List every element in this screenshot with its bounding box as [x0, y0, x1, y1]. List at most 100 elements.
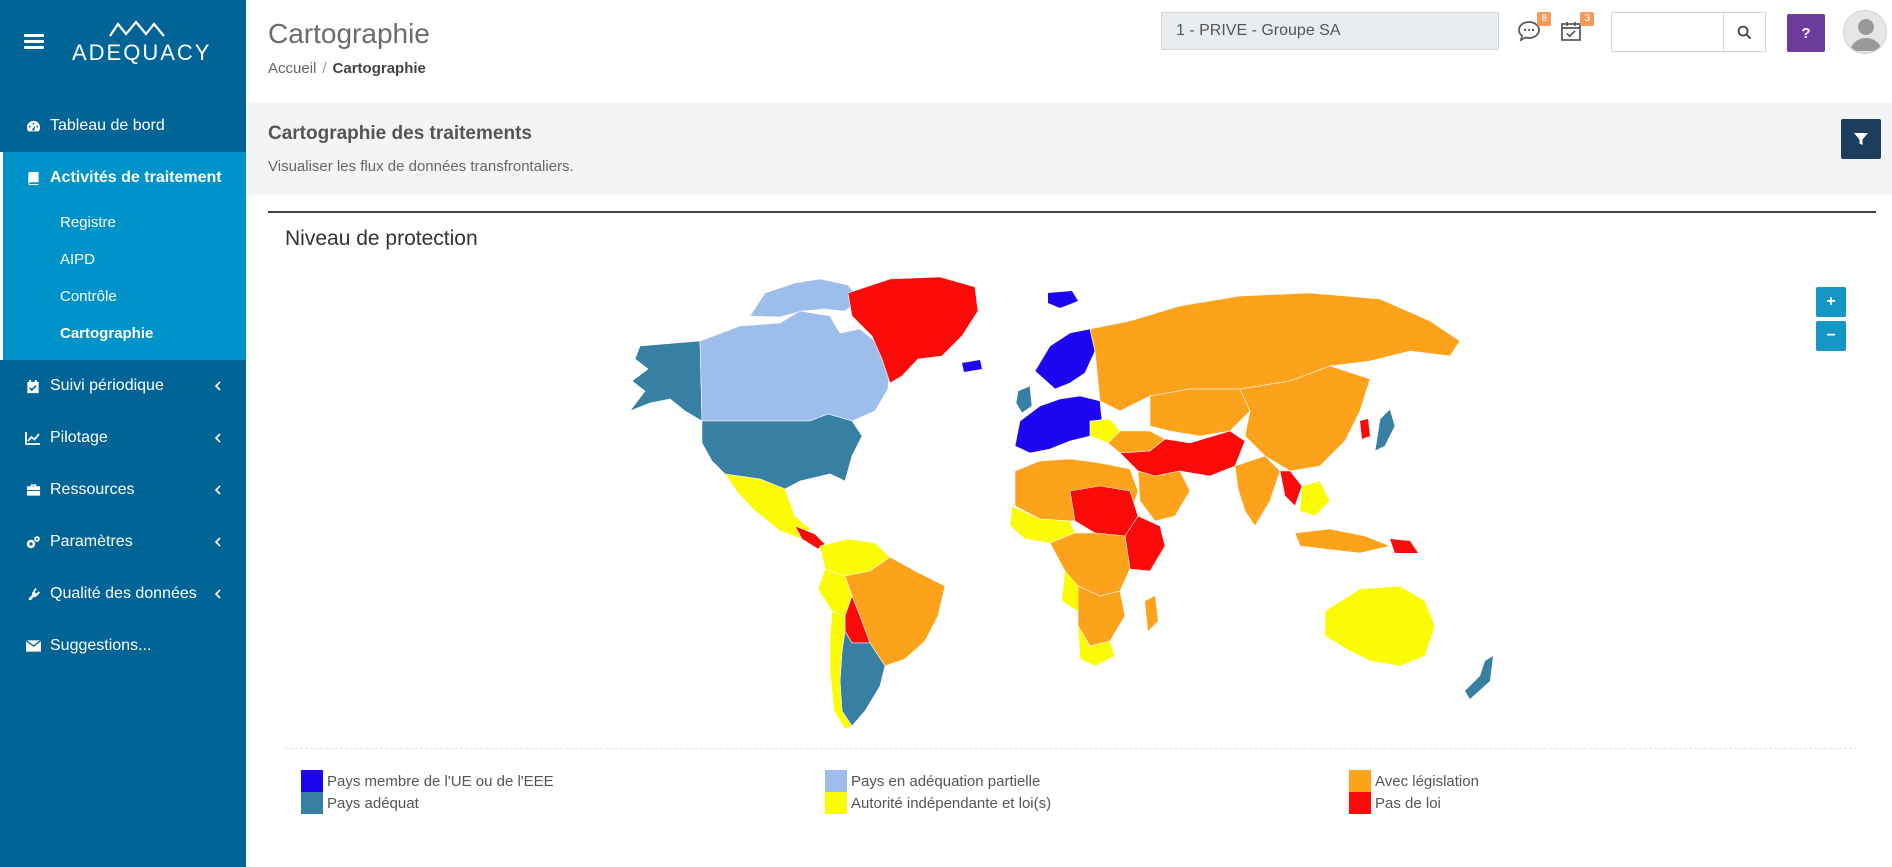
zoom-in-button[interactable]: + [1816, 287, 1846, 317]
search-button[interactable] [1723, 13, 1765, 51]
map-country-central-asia[interactable] [1149, 388, 1251, 437]
search-box [1611, 12, 1766, 52]
sidebar-submenu: Registre AIPD Contrôle Cartographie [3, 204, 246, 360]
menu-toggle-icon[interactable] [24, 34, 44, 50]
section-title: Cartographie des traitements [268, 123, 532, 144]
user-icon [1850, 19, 1882, 51]
map-country-saudi-arabia[interactable] [1137, 470, 1191, 522]
messages-button[interactable]: 8 [1517, 12, 1551, 46]
sidebar-item-label: Qualité des données [50, 585, 197, 602]
sidebar-subitem-registre[interactable]: Registre [3, 204, 246, 241]
brand-area: ADEQUACY [0, 0, 246, 100]
sidebar-item-label: Suivi périodique [50, 377, 164, 394]
line-chart-icon [25, 430, 41, 446]
legend-item-ue: Pays membre de l'UE ou de l'EEE [301, 770, 554, 792]
section-subtitle: Visualiser les flux de données transfron… [268, 158, 574, 175]
map-country-southeast-asia[interactable] [1299, 480, 1331, 517]
map-country-scandinavia[interactable] [1034, 328, 1096, 390]
top-header: Cartographie Accueil / Cartographie 1 - PR… [246, 0, 1892, 103]
section-header: Cartographie des traitements Visualiser … [246, 103, 1892, 195]
map-country-canada-islands[interactable] [749, 278, 861, 318]
tasks-button[interactable]: 3 [1560, 12, 1594, 46]
legend-divider [285, 748, 1857, 749]
map-country-usa[interactable] [701, 413, 863, 490]
chevron-left-icon [214, 485, 221, 495]
sidebar-item-dashboard[interactable]: Tableau de bord [0, 100, 246, 152]
sidebar-item-pilotage[interactable]: Pilotage [0, 412, 246, 464]
chevron-left-icon [214, 589, 221, 599]
legend-swatch [825, 770, 847, 792]
sidebar-item-processing[interactable]: Activités de traitement [3, 152, 246, 204]
sidebar-subitem-aipd[interactable]: AIPD [3, 241, 246, 278]
legend-swatch [1349, 792, 1371, 814]
envelope-icon [25, 638, 41, 654]
map-country-iceland[interactable] [962, 360, 982, 372]
tasks-badge: 3 [1580, 12, 1594, 26]
calendar-check-icon [25, 378, 41, 394]
chevron-left-icon [214, 381, 221, 391]
sidebar-subitem-cartographie[interactable]: Cartographie [3, 315, 246, 352]
sidebar-item-label: Activités de traitement [50, 169, 222, 186]
logo-mark-icon [109, 20, 165, 37]
legend-item-adequate: Pays adéquat [301, 792, 419, 814]
filter-icon [1854, 133, 1868, 145]
sidebar-item-suggestions[interactable]: Suggestions... [0, 620, 246, 672]
logo[interactable]: ADEQUACY [72, 20, 212, 70]
breadcrumb-current: Cartographie [332, 60, 426, 77]
sidebar-item-parametres[interactable]: Paramètres [0, 516, 246, 568]
map-country-korea[interactable] [1360, 419, 1370, 439]
legend-item-authority: Autorité indépendante et loi(s) [825, 792, 1051, 814]
map-country-papua[interactable] [1390, 539, 1418, 553]
legend-item-legislation: Avec législation [1349, 770, 1479, 792]
sidebar-item-suivi[interactable]: Suivi périodique [0, 360, 246, 412]
map-country-alaska[interactable] [629, 340, 703, 422]
sidebar-group-processing: Activités de traitement Registre AIPD Co… [0, 152, 246, 360]
map-country-svalbard[interactable] [1048, 291, 1078, 308]
legend-swatch [301, 792, 323, 814]
sidebar-item-ressources[interactable]: Ressources [0, 464, 246, 516]
legend-swatch [825, 792, 847, 814]
search-icon [1737, 25, 1752, 39]
legend-swatch [1349, 770, 1371, 792]
messages-badge: 8 [1537, 12, 1551, 26]
map-country-central-africa[interactable] [1049, 532, 1131, 597]
map-country-sahel[interactable] [1069, 485, 1139, 537]
zoom-out-button[interactable]: − [1816, 321, 1846, 351]
sidebar-item-label: Ressources [50, 481, 135, 498]
sidebar-item-label: Pilotage [50, 429, 108, 446]
map-country-australia[interactable] [1324, 585, 1436, 667]
map-country-canada[interactable] [699, 310, 891, 422]
filter-button[interactable] [1841, 119, 1881, 159]
sidebar-nav: Tableau de bord Activités de traitement … [0, 100, 246, 672]
organization-select[interactable]: 1 - PRIVE - Groupe SA [1161, 12, 1499, 50]
legend-item-partial: Pays en adéquation partielle [825, 770, 1040, 792]
dashboard-icon [25, 118, 41, 134]
sidebar-item-label: Tableau de bord [50, 117, 165, 134]
help-button[interactable]: ? [1787, 14, 1825, 52]
map-country-myanmar[interactable] [1279, 470, 1303, 507]
world-map[interactable] [590, 271, 1520, 731]
breadcrumb-separator: / [322, 60, 327, 77]
map-country-japan[interactable] [1374, 408, 1396, 452]
map-country-new-zealand[interactable] [1465, 656, 1493, 699]
map-country-uk[interactable] [1015, 385, 1033, 414]
sidebar-item-qualite[interactable]: Qualité des données [0, 568, 246, 620]
sidebar-subitem-controle[interactable]: Contrôle [3, 278, 246, 315]
calendar-check-icon [1561, 22, 1581, 41]
breadcrumb-home-link[interactable]: Accueil [268, 60, 316, 77]
card-title: Niveau de protection [285, 227, 478, 250]
search-input[interactable] [1612, 13, 1724, 51]
map-country-india[interactable] [1234, 455, 1281, 527]
sidebar-item-label: Suggestions... [50, 637, 152, 654]
map-country-madagascar[interactable] [1145, 596, 1158, 631]
map-country-indonesia[interactable] [1294, 528, 1391, 554]
book-icon [25, 170, 41, 186]
map-card: Niveau de protection + − Pays membre de … [268, 211, 1876, 851]
chevron-left-icon [214, 537, 221, 547]
user-avatar[interactable] [1843, 10, 1887, 54]
breadcrumb: Accueil / Cartographie [268, 60, 426, 77]
legend-swatch [301, 770, 323, 792]
logo-text: ADEQUACY [72, 40, 212, 65]
legend-item-nolaw: Pas de loi [1349, 792, 1441, 814]
chevron-left-icon [214, 433, 221, 443]
